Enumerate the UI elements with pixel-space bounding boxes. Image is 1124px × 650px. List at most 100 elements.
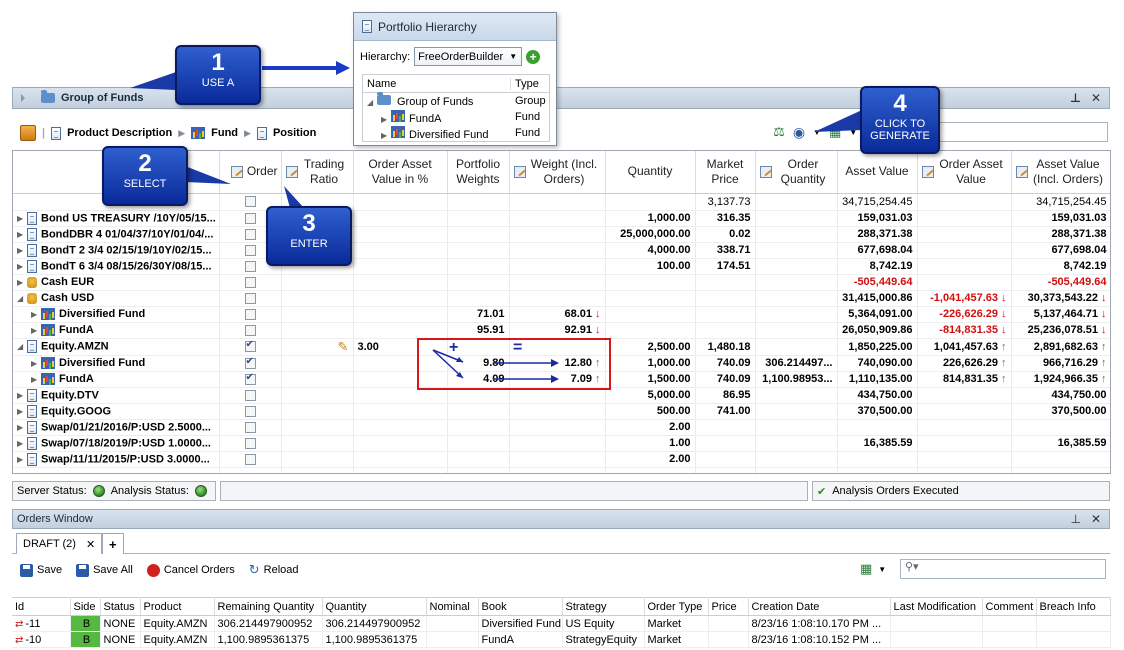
collapse-row-icon[interactable]: ◢ xyxy=(17,342,27,351)
position-name-cell[interactable]: ▶ Bond US TREASURY /10Y/05/15... xyxy=(13,210,220,227)
table-row[interactable]: ◢ Cash USD 31,415,000.86 -1,041,457.63 ↓ 30,3… xyxy=(13,290,1110,307)
table-row[interactable]: ▶ FundA 95.91 92.91 ↓ 26,050,909.86 -814,831.3… xyxy=(13,322,1110,339)
expand-row-icon[interactable]: ▶ xyxy=(17,455,27,464)
expand-row-icon[interactable]: ▶ xyxy=(31,326,41,335)
table-row[interactable]: ▶ Swap/07/18/2019/P:USD 1.0000... 1.00 16,3… xyxy=(13,435,1110,452)
order-checkbox[interactable] xyxy=(244,389,256,401)
order-checkbox[interactable] xyxy=(244,212,256,224)
trading-ratio-cell[interactable] xyxy=(281,451,354,468)
expand-row-icon[interactable]: ▶ xyxy=(17,278,27,287)
expand-row-icon[interactable]: ▶ xyxy=(17,230,27,239)
breadcrumb-position[interactable]: Position xyxy=(273,127,316,139)
orders-col-last-modification[interactable]: Last Modification xyxy=(890,597,983,616)
orders-col-comment[interactable]: Comment xyxy=(982,597,1037,616)
table-row[interactable]: ▶ BondT 6 3/4 08/15/26/30Y/08/15... 100.00… xyxy=(13,258,1110,275)
trading-ratio-cell[interactable] xyxy=(281,403,354,420)
orders-col-book[interactable]: Book xyxy=(478,597,563,616)
dropdown-arrow-icon[interactable]: ▼ xyxy=(878,565,886,574)
trading-ratio-cell[interactable] xyxy=(281,435,354,452)
order-checkbox[interactable] xyxy=(244,308,256,320)
col-portfolio-weights[interactable]: Portfolio Weights xyxy=(447,151,510,194)
trading-ratio-cell[interactable]: ✎ xyxy=(281,338,354,356)
select-all-checkbox[interactable] xyxy=(244,196,256,208)
close-icon[interactable]: ✕ xyxy=(1091,512,1101,526)
position-name-cell[interactable]: ▶ Diversified Fund xyxy=(13,355,220,372)
order-checkbox[interactable] xyxy=(244,421,256,433)
col-order-asset-pct[interactable]: Order Asset Value in % xyxy=(353,151,448,194)
export-icon[interactable]: ▦ xyxy=(860,561,872,577)
table-row[interactable]: ▶ Bond US TREASURY /10Y/05/15... 1,000.00 3… xyxy=(13,210,1110,227)
orders-col-nominal[interactable]: Nominal xyxy=(426,597,479,616)
orders-col-side[interactable]: Side xyxy=(70,597,101,616)
table-row[interactable]: ▶ Equity.GOOG 500.00 741.00 370,500.00 370,50… xyxy=(13,403,1110,420)
tree-row-group[interactable]: ◢ Group of Funds Group xyxy=(363,91,549,109)
order-checkbox[interactable] xyxy=(244,437,256,449)
table-row[interactable]: ▶ Diversified Fund 71.01 68.01 ↓ 5,364,091.00… xyxy=(13,306,1110,323)
trading-ratio-cell[interactable] xyxy=(281,387,354,404)
trading-ratio-cell[interactable] xyxy=(281,419,354,436)
orders-col-status[interactable]: Status xyxy=(100,597,141,616)
table-row[interactable]: ▶ BondDBR 4 01/04/37/10Y/01/04/... 25,000,… xyxy=(13,226,1110,243)
orders-search-input[interactable]: ⚲▾ xyxy=(900,559,1106,579)
cancel-orders-button[interactable]: Cancel Orders xyxy=(146,563,235,577)
col-order-asset-value[interactable]: Order Asset Value xyxy=(917,151,1012,194)
new-tab-button[interactable]: + xyxy=(102,533,124,554)
tree-row-funda[interactable]: ▶ FundA Fund xyxy=(363,109,549,125)
add-hierarchy-icon[interactable]: + xyxy=(526,49,541,64)
order-checkbox[interactable] xyxy=(244,260,256,272)
collapse-row-icon[interactable]: ◢ xyxy=(17,294,27,303)
analysis-icon[interactable]: ⚖ xyxy=(773,124,785,140)
position-name-cell[interactable]: ▶ Swap/11/11/2015/P:USD 3.0000... xyxy=(13,451,220,468)
trading-ratio-cell[interactable] xyxy=(281,371,354,388)
col-asset-value[interactable]: Asset Value xyxy=(837,151,918,194)
expand-row-icon[interactable]: ▶ xyxy=(31,310,41,319)
view-icon[interactable]: ◉ xyxy=(793,124,805,141)
orders-col-product[interactable]: Product xyxy=(140,597,215,616)
breadcrumb-product-description[interactable]: Product Description xyxy=(67,127,172,139)
orders-col-breach-info[interactable]: Breach Info xyxy=(1036,597,1111,616)
close-tab-icon[interactable]: ✕ xyxy=(86,538,95,551)
order-checkbox[interactable] xyxy=(244,453,256,465)
position-name-cell[interactable]: ▶ BondDBR 4 01/04/37/10Y/01/04/... xyxy=(13,226,220,243)
order-checkbox[interactable] xyxy=(244,356,256,369)
expand-row-icon[interactable]: ▶ xyxy=(17,262,27,271)
position-name-cell[interactable]: ▶ Diversified Fund xyxy=(13,306,220,323)
position-name-cell[interactable]: ▶ Cash EUR xyxy=(13,274,220,291)
position-name-cell[interactable]: ▶ BondT 2 3/4 02/15/19/10Y/02/15... xyxy=(13,242,220,259)
position-name-cell[interactable]: ▶ FundA xyxy=(13,322,220,339)
position-name-cell[interactable]: ◢ Equity.AMZN xyxy=(13,338,220,356)
hierarchy-tool-icon[interactable] xyxy=(20,125,36,141)
order-checkbox[interactable] xyxy=(244,244,256,256)
collapse-icon[interactable] xyxy=(21,94,25,102)
table-row[interactable]: ▶ Cash EUR -505,449.64 -505,449.64 xyxy=(13,274,1110,291)
order-checkbox[interactable] xyxy=(244,276,256,288)
orders-col-id[interactable]: Id xyxy=(12,597,71,616)
table-row[interactable]: ▶ Swap/01/21/2016/P:USD 2.5000... 2.00 xyxy=(13,419,1110,436)
col-weight-incl[interactable]: Weight (Incl. Orders) xyxy=(509,151,606,194)
position-name-cell[interactable]: ▶ BondT 6 3/4 08/15/26/30Y/08/15... xyxy=(13,258,220,275)
col-asset-value-incl[interactable]: Asset Value (Incl. Orders) xyxy=(1011,151,1110,194)
trading-ratio-cell[interactable] xyxy=(281,306,354,323)
tree-row-diversified[interactable]: ▶ Diversified Fund Fund xyxy=(363,125,549,141)
hierarchy-select[interactable]: FreeOrderBuilder ▼ xyxy=(414,47,523,66)
trading-ratio-cell[interactable] xyxy=(281,322,354,339)
order-checkbox[interactable] xyxy=(244,372,256,385)
order-row[interactable]: ⇄ -11 B NONE Equity.AMZN 306.214497900952 306.… xyxy=(12,615,1111,632)
expand-icon[interactable]: ▶ xyxy=(381,131,391,140)
orders-col-creation-date[interactable]: Creation Date xyxy=(748,597,891,616)
save-button[interactable]: Save xyxy=(20,563,62,577)
reload-button[interactable]: ↻ Reload xyxy=(249,562,299,578)
order-checkbox[interactable] xyxy=(244,292,256,304)
position-name-cell[interactable]: ▶ Equity.GOOG xyxy=(13,403,220,420)
order-row[interactable]: ⇄ -10 B NONE Equity.AMZN 1,100.9895361375 1,10… xyxy=(12,631,1111,648)
col-market-price[interactable]: Market Price xyxy=(695,151,756,194)
save-all-button[interactable]: Save All xyxy=(76,563,133,577)
position-name-cell[interactable]: ▶ Swap/01/21/2016/P:USD 2.5000... xyxy=(13,419,220,436)
position-name-cell[interactable]: ▶ Swap/07/18/2019/P:USD 1.0000... xyxy=(13,435,220,452)
expand-row-icon[interactable]: ▶ xyxy=(17,214,27,223)
position-name-cell[interactable]: ◢ Cash USD xyxy=(13,290,220,307)
orders-col-remaining-quantity[interactable]: Remaining Quantity xyxy=(214,597,323,616)
expand-row-icon[interactable]: ▶ xyxy=(17,439,27,448)
table-row[interactable]: ▶ BondT 2 3/4 02/15/19/10Y/02/15... 4,000.… xyxy=(13,242,1110,259)
order-checkbox[interactable] xyxy=(244,405,256,417)
